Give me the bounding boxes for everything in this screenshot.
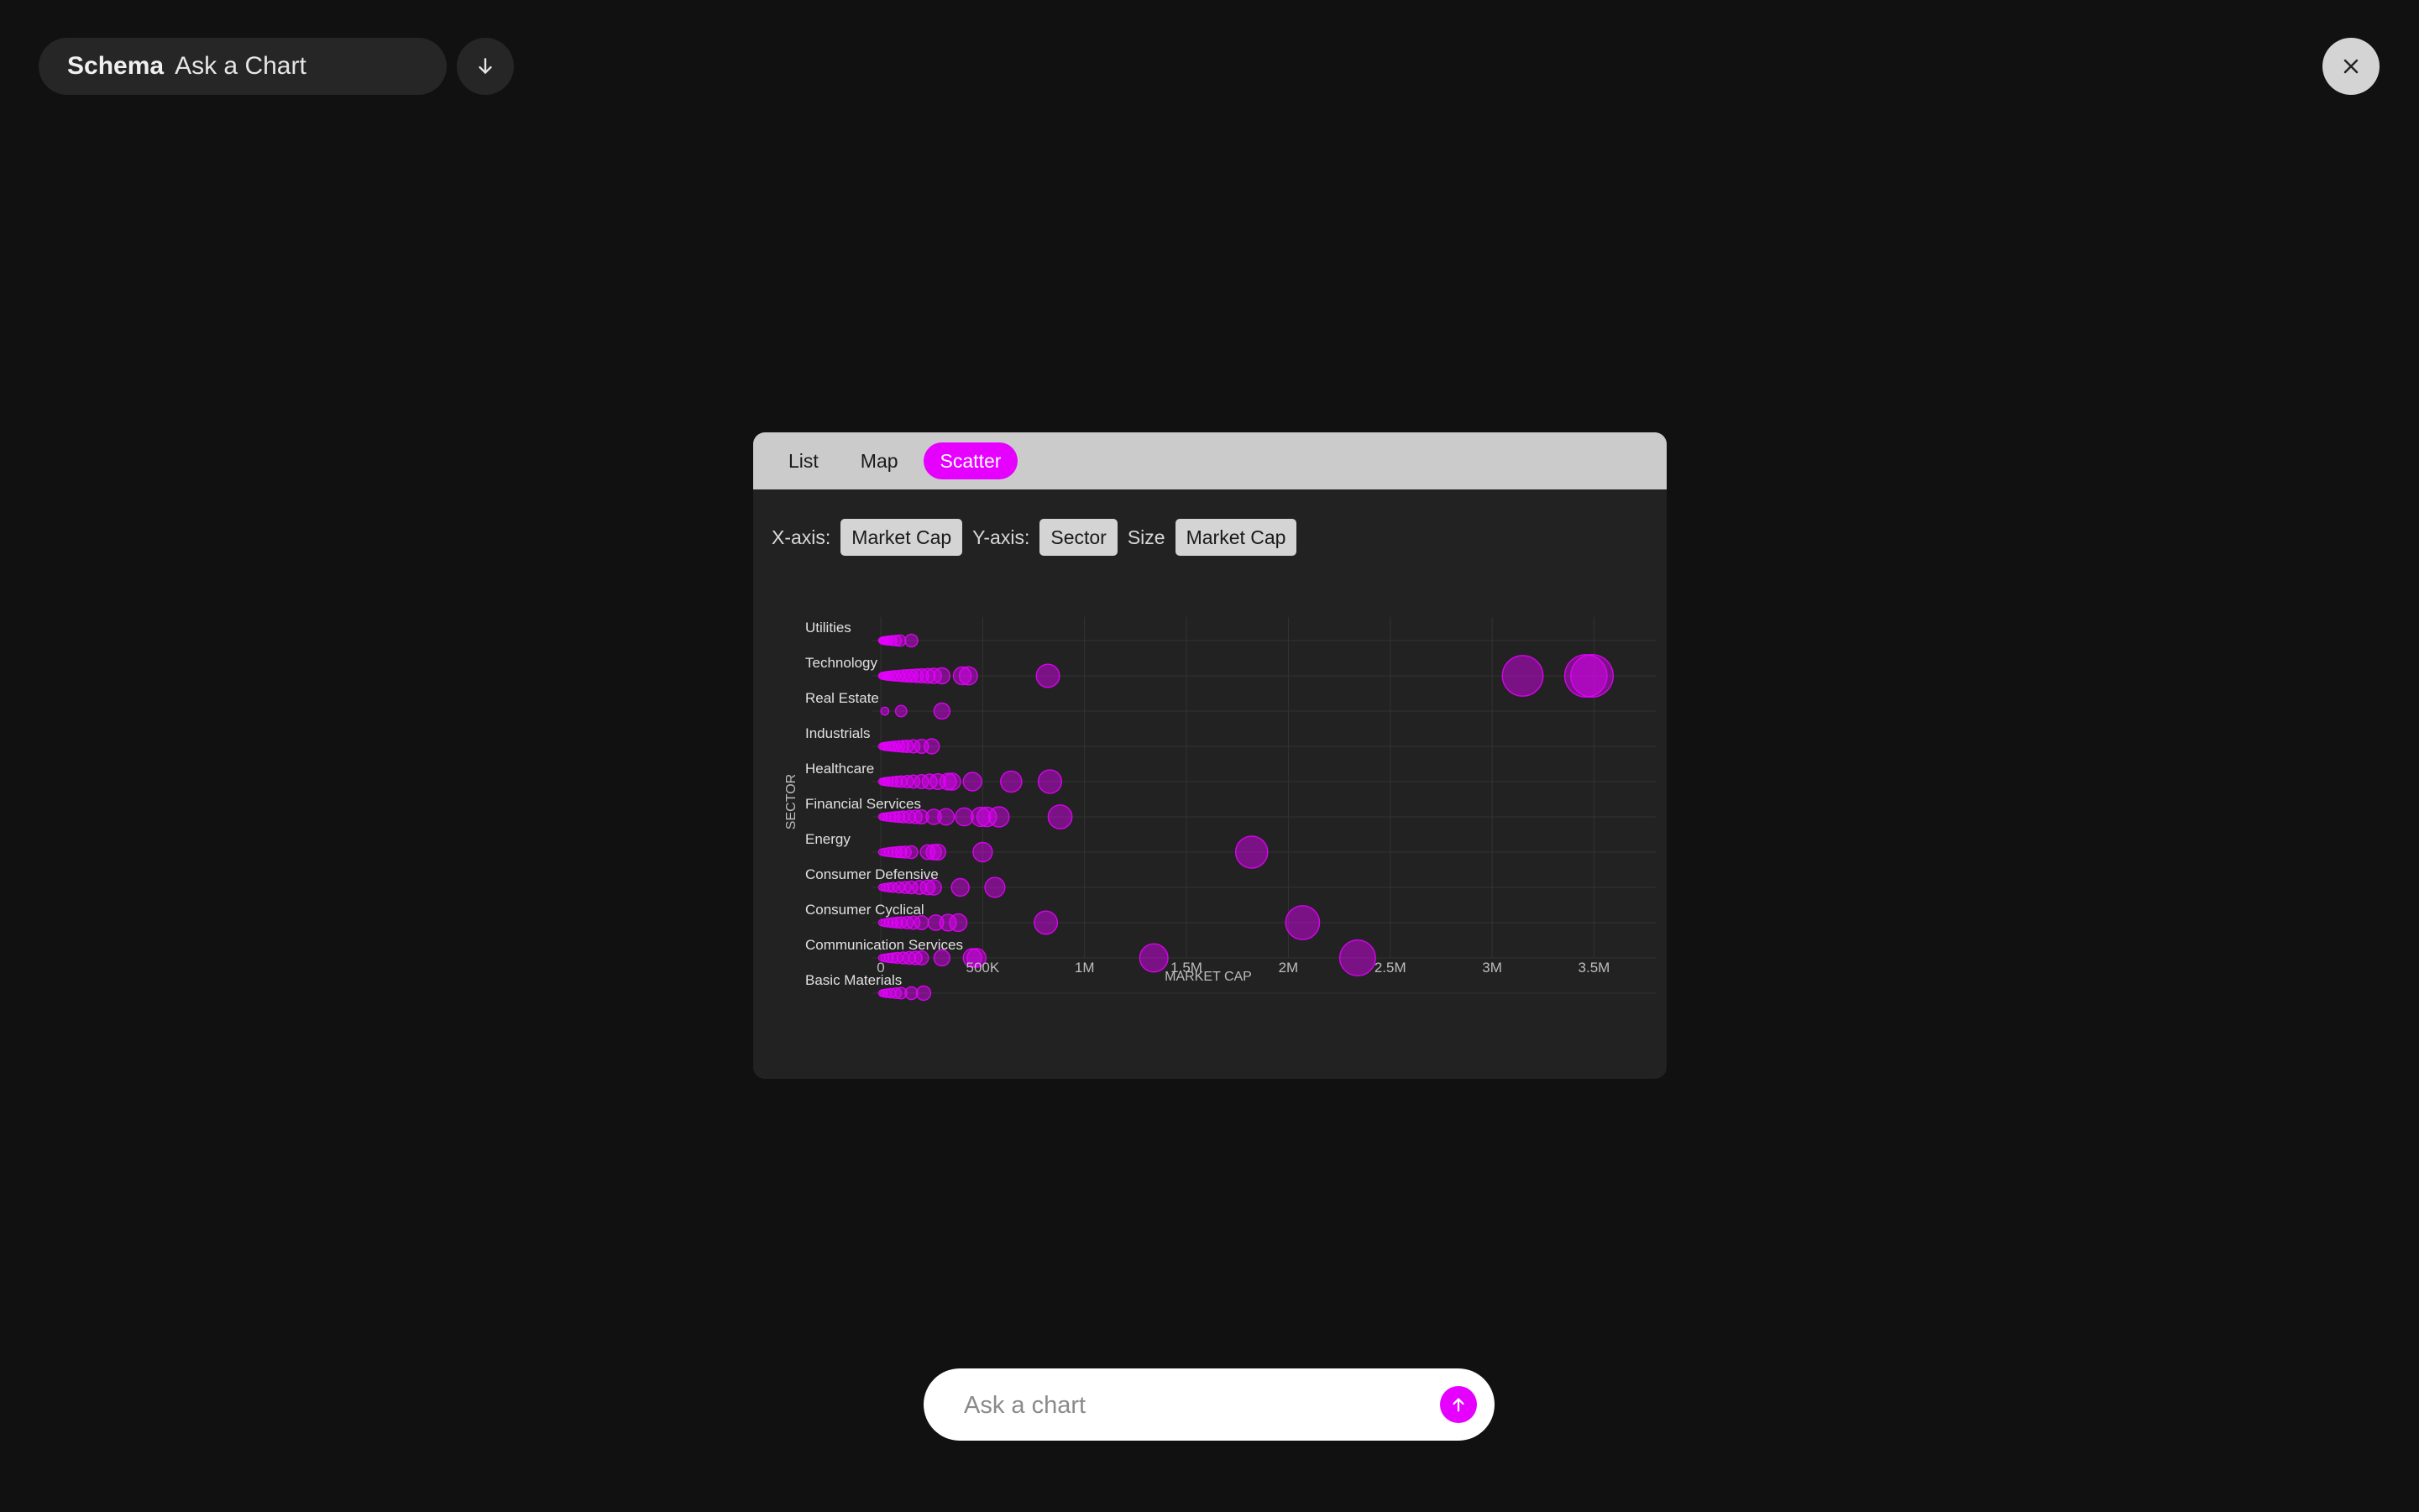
y-axis-select[interactable]: Sector: [1039, 519, 1118, 556]
category-label: Real Estate: [805, 690, 879, 706]
size-select[interactable]: Market Cap: [1175, 519, 1297, 556]
data-point: [1035, 663, 1060, 688]
data-point: [1037, 769, 1063, 794]
data-point: [923, 738, 940, 755]
close-icon: [2343, 59, 2359, 74]
y-axis-label: Y-axis:: [972, 526, 1030, 548]
data-point: [880, 706, 890, 716]
brand-name: Schema: [67, 52, 165, 80]
app-title-pill[interactable]: Schema Ask a Chart: [39, 38, 447, 95]
x-tick-label: 500K: [966, 960, 999, 976]
download-button[interactable]: [457, 38, 514, 95]
data-point: [904, 986, 919, 1001]
x-axis-label: X-axis:: [772, 526, 831, 548]
category-label: Technology: [805, 655, 878, 671]
data-point: [929, 844, 946, 861]
data-point: [925, 879, 942, 896]
data-point: [933, 702, 951, 720]
category-label: Utilities: [805, 620, 851, 636]
category-label: Healthcare: [805, 761, 874, 777]
scatter-chart: Utilities Technology Real Estate Industrial…: [784, 617, 1656, 1002]
data-point: [1139, 943, 1169, 973]
data-point: [1285, 905, 1321, 940]
data-point: [949, 913, 968, 933]
data-point: [933, 949, 951, 967]
data-point: [894, 704, 908, 718]
data-point: [893, 634, 907, 647]
data-point: [1047, 804, 1073, 829]
chart-panel: List Map Scatter X-axis: Market Cap Y-ax…: [753, 432, 1667, 1079]
x-tick-label: 2.5M: [1374, 960, 1406, 976]
x-tick-label: 0: [877, 960, 884, 976]
x-tick-label: 1M: [1075, 960, 1095, 976]
category-label: Financial Services: [805, 796, 921, 812]
x-tick-label: 2M: [1279, 960, 1299, 976]
data-point: [914, 915, 929, 931]
tab-scatter[interactable]: Scatter: [923, 442, 1018, 479]
data-point: [1034, 910, 1059, 935]
data-point: [1501, 655, 1544, 697]
data-point: [914, 950, 929, 966]
size-label: Size: [1127, 526, 1165, 548]
x-tick-label: 3M: [1482, 960, 1502, 976]
category-label: Industrials: [805, 725, 870, 741]
data-point: [1000, 770, 1023, 793]
category-label: Basic Materials: [805, 972, 902, 988]
data-point: [987, 806, 1010, 828]
data-point: [904, 845, 919, 860]
arrow-up-icon: [1453, 1398, 1464, 1412]
data-point: [933, 667, 951, 685]
data-point: [937, 808, 956, 826]
tab-list[interactable]: List: [772, 442, 835, 479]
data-point: [972, 841, 993, 863]
x-axis-title: MARKET CAP: [1165, 970, 1252, 984]
data-point: [1570, 653, 1615, 698]
y-axis-title: SECTOR: [784, 774, 798, 829]
data-point: [1338, 939, 1376, 977]
arrow-down-icon: [479, 58, 492, 74]
data-point: [984, 876, 1006, 898]
page-title: Ask a Chart: [175, 52, 306, 80]
category-label: Consumer Defensive: [805, 866, 939, 882]
view-tabs: List Map Scatter: [753, 432, 1667, 489]
data-point: [904, 633, 919, 648]
ask-bar: [924, 1368, 1495, 1442]
data-point: [943, 772, 961, 791]
axis-controls: X-axis: Market Cap Y-axis: Sector Size M…: [772, 518, 1297, 557]
close-button[interactable]: [2322, 38, 2380, 95]
data-point: [958, 666, 978, 686]
data-point: [950, 877, 970, 897]
x-tick-label: 3.5M: [1579, 960, 1610, 976]
x-axis-select[interactable]: Market Cap: [840, 519, 963, 556]
ask-input[interactable]: [962, 1368, 1419, 1442]
data-point: [962, 772, 982, 792]
send-button[interactable]: [1440, 1386, 1477, 1423]
category-label: Consumer Cyclical: [805, 902, 924, 918]
tab-map[interactable]: Map: [844, 442, 915, 479]
category-label: Energy: [805, 831, 851, 847]
data-point: [915, 985, 932, 1002]
data-point: [1234, 835, 1269, 869]
